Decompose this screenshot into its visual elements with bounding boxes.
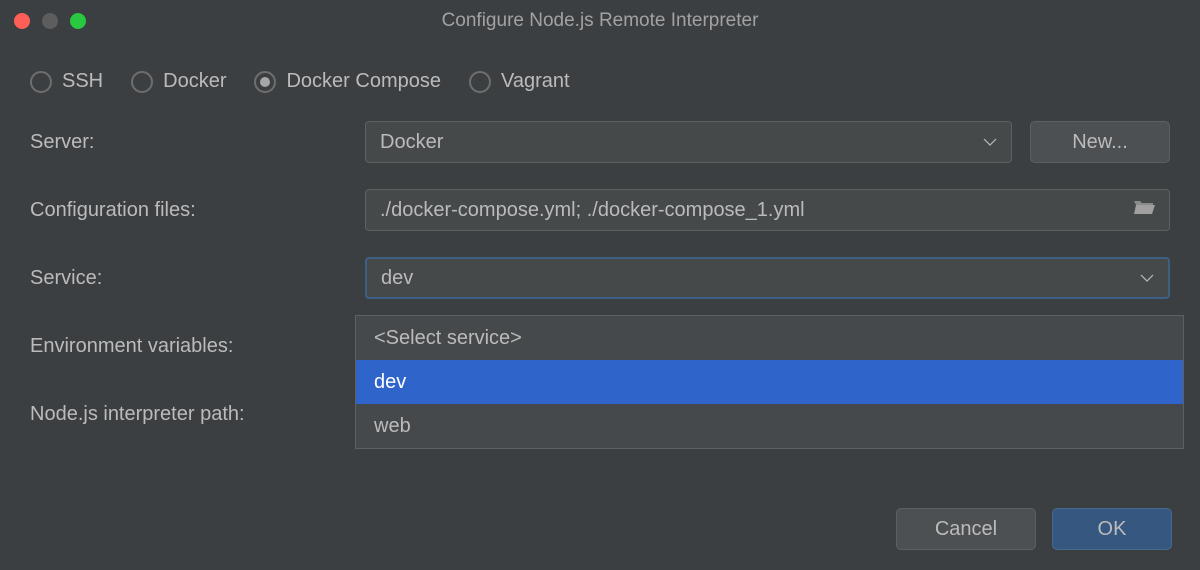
radio-docker[interactable]: Docker	[131, 70, 226, 93]
radio-vagrant-label: Vagrant	[501, 70, 570, 93]
radio-icon	[254, 71, 276, 93]
close-window-button[interactable]	[14, 13, 30, 29]
radio-icon	[469, 71, 491, 93]
ok-button[interactable]: OK	[1052, 508, 1172, 550]
chevron-down-icon	[1140, 273, 1154, 283]
server-select[interactable]: Docker	[365, 121, 1012, 163]
titlebar: Configure Node.js Remote Interpreter	[0, 0, 1200, 42]
interpreter-path-label: Node.js interpreter path:	[30, 403, 365, 426]
config-files-input[interactable]: ./docker-compose.yml; ./docker-compose_1…	[365, 189, 1170, 231]
service-select[interactable]: dev	[365, 257, 1170, 299]
radio-ssh[interactable]: SSH	[30, 70, 103, 93]
server-label: Server:	[30, 131, 365, 154]
radio-docker-compose-label: Docker Compose	[286, 70, 441, 93]
config-files-value: ./docker-compose.yml; ./docker-compose_1…	[380, 199, 805, 222]
service-label: Service:	[30, 267, 365, 290]
service-select-value: dev	[381, 267, 413, 290]
cancel-button-label: Cancel	[935, 518, 997, 541]
radio-vagrant[interactable]: Vagrant	[469, 70, 570, 93]
folder-open-icon[interactable]	[1133, 198, 1155, 222]
interpreter-type-radios: SSH Docker Docker Compose Vagrant	[30, 70, 1170, 93]
service-option-label: dev	[374, 371, 406, 394]
service-option-label: web	[374, 415, 411, 438]
minimize-window-button[interactable]	[42, 13, 58, 29]
chevron-down-icon	[983, 137, 997, 147]
radio-docker-compose[interactable]: Docker Compose	[254, 70, 441, 93]
service-option-placeholder[interactable]: <Select service>	[356, 316, 1183, 360]
service-option-label: <Select service>	[374, 327, 522, 350]
window-title: Configure Node.js Remote Interpreter	[0, 10, 1200, 32]
server-select-value: Docker	[380, 131, 443, 154]
service-option-web[interactable]: web	[356, 404, 1183, 448]
radio-docker-label: Docker	[163, 70, 226, 93]
maximize-window-button[interactable]	[70, 13, 86, 29]
window-controls	[14, 13, 86, 29]
radio-icon	[30, 71, 52, 93]
config-files-label: Configuration files:	[30, 199, 365, 222]
new-server-button-label: New...	[1072, 131, 1128, 154]
cancel-button[interactable]: Cancel	[896, 508, 1036, 550]
ok-button-label: OK	[1098, 518, 1127, 541]
service-dropdown: <Select service> dev web	[355, 315, 1184, 449]
new-server-button[interactable]: New...	[1030, 121, 1170, 163]
radio-icon	[131, 71, 153, 93]
dialog-footer: Cancel OK	[896, 508, 1172, 550]
server-row: Server: Docker New...	[30, 121, 1170, 163]
radio-ssh-label: SSH	[62, 70, 103, 93]
service-row: Service: dev	[30, 257, 1170, 299]
config-files-row: Configuration files: ./docker-compose.ym…	[30, 189, 1170, 231]
service-option-dev[interactable]: dev	[356, 360, 1183, 404]
env-vars-label: Environment variables:	[30, 335, 365, 358]
